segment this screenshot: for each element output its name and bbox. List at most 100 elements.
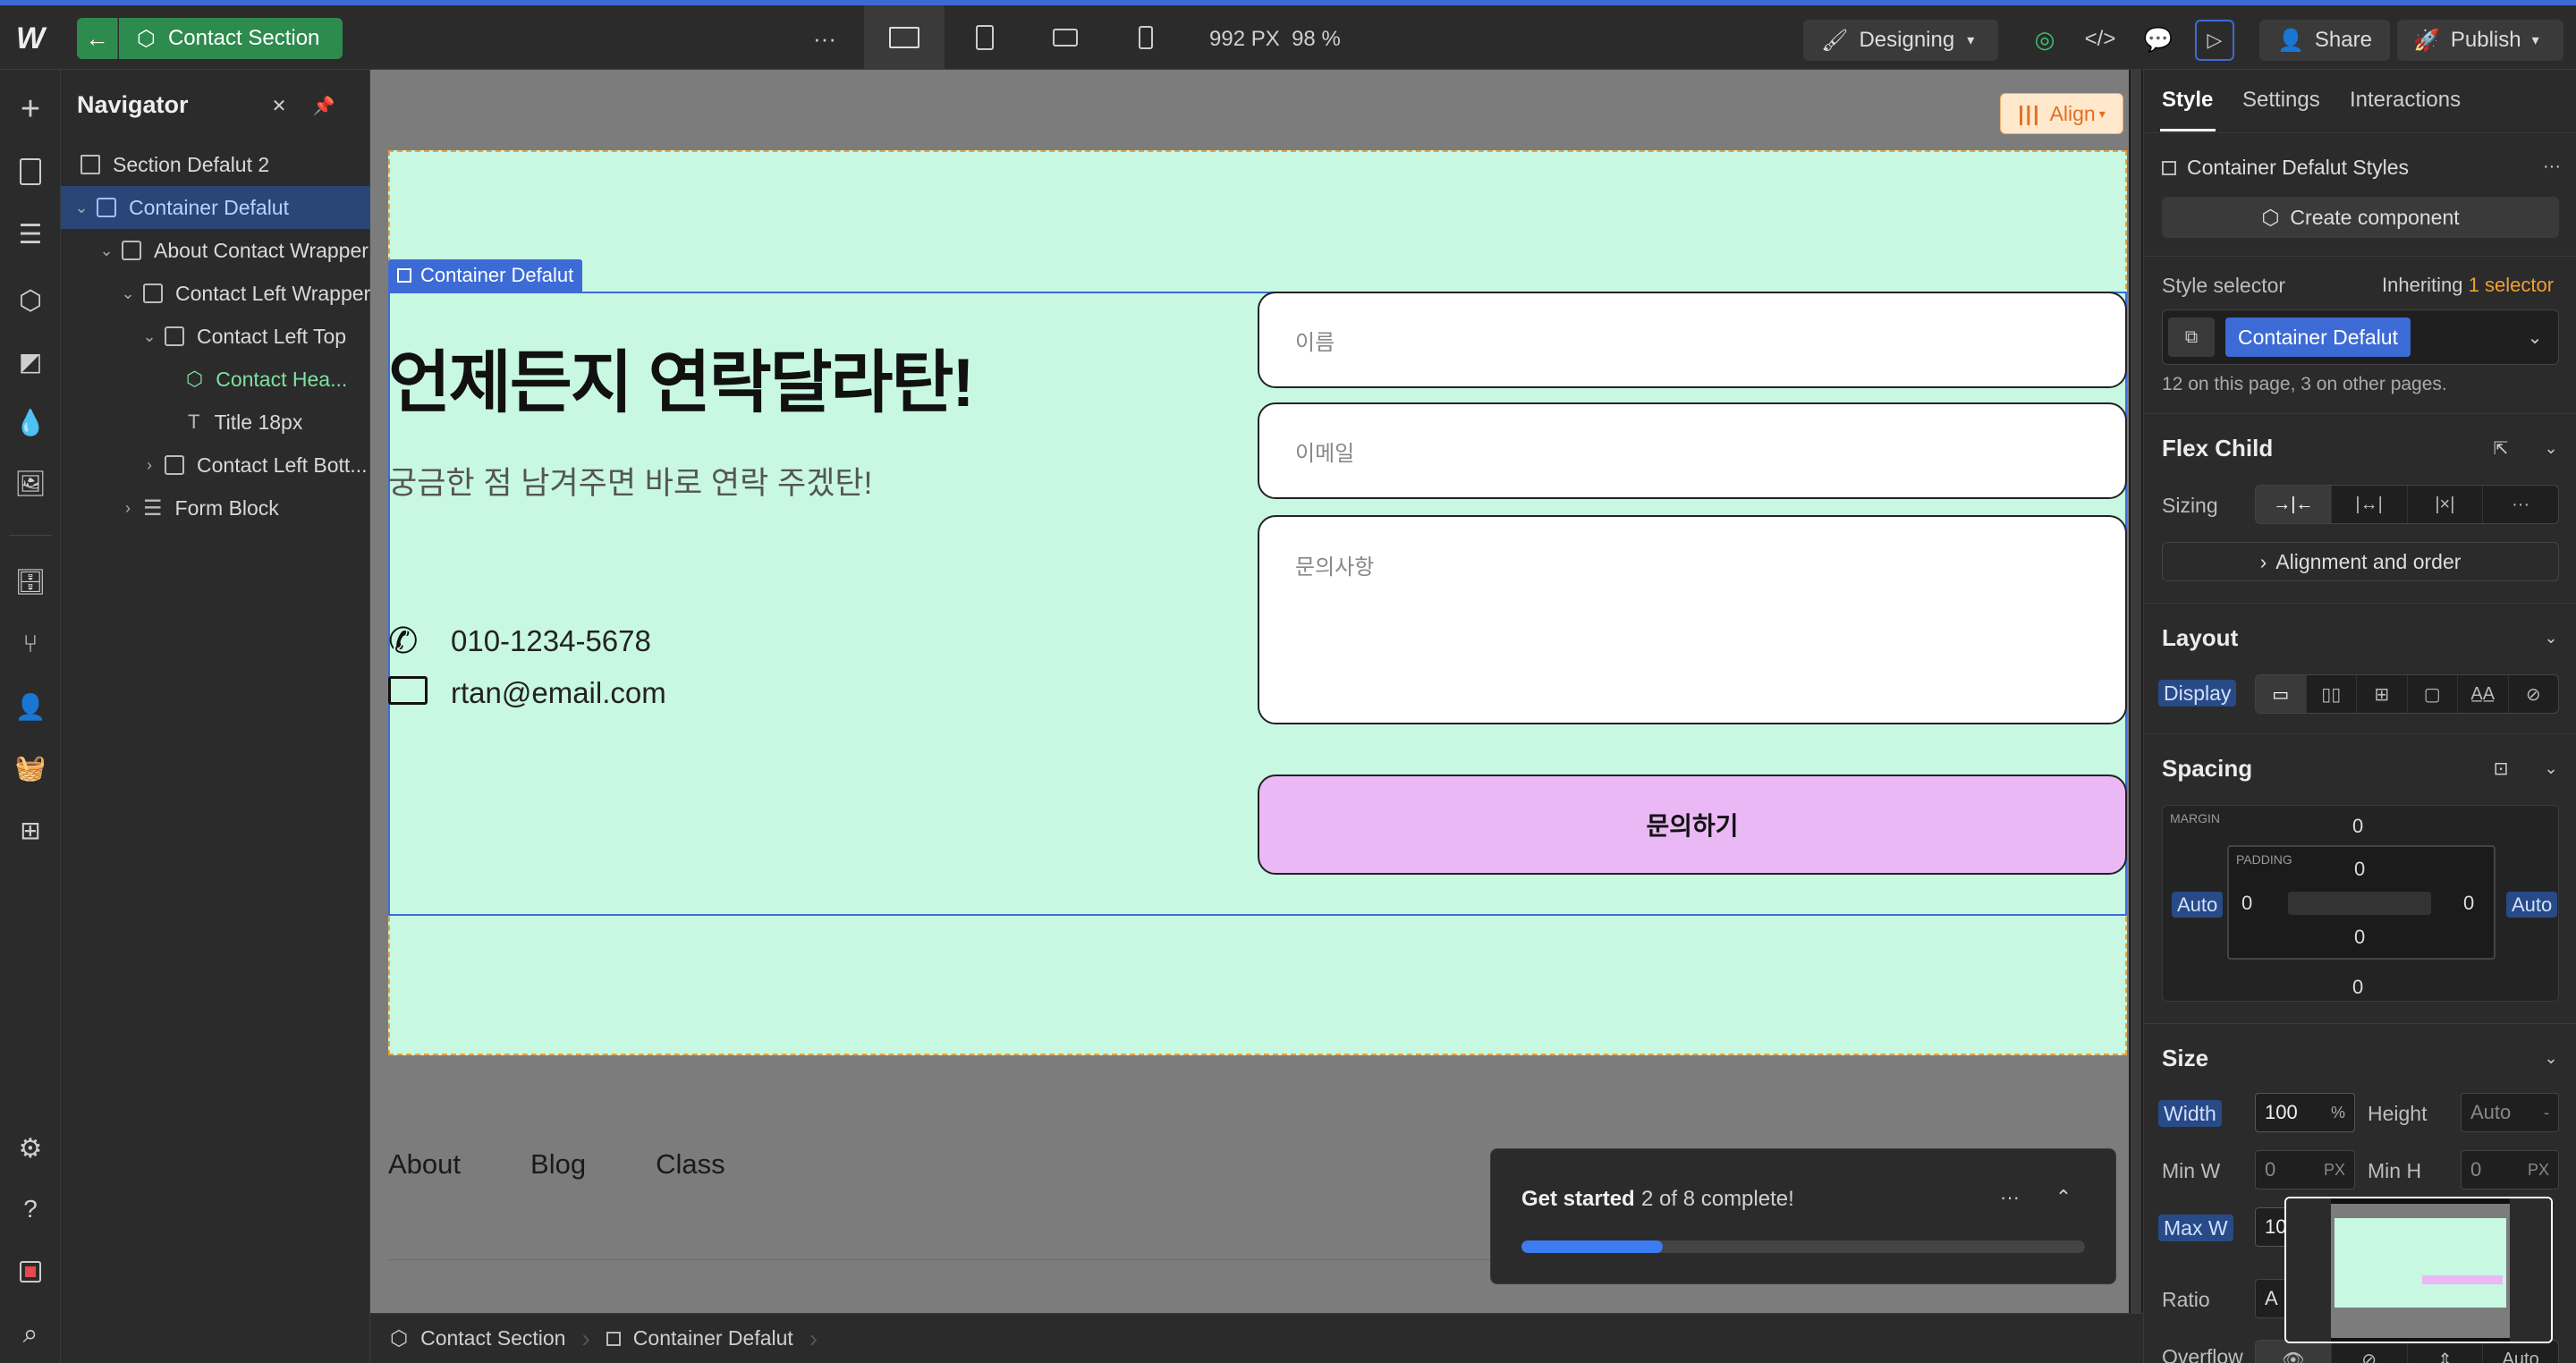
contact-heading[interactable]: 언제든지 연락달라탄! — [388, 327, 975, 426]
audit-check-icon[interactable]: ◎ — [2027, 21, 2063, 57]
logic-icon[interactable]: ⑂ — [9, 622, 52, 665]
size-title[interactable]: Size — [2162, 1045, 2208, 1072]
back-button[interactable]: ← — [77, 18, 118, 59]
padding-left-value[interactable]: 0 — [2241, 892, 2252, 915]
spacing-title[interactable]: Spacing — [2162, 755, 2252, 783]
display-none-button[interactable]: ⊘ — [2509, 675, 2559, 713]
margin-top-value[interactable]: 0 — [2352, 815, 2363, 838]
collapse-all-icon[interactable]: ✕ — [265, 91, 293, 120]
padding-bottom-value[interactable]: 0 — [2354, 926, 2365, 949]
publish-button[interactable]: 🚀 Publish ▾ — [2397, 20, 2563, 61]
sizing-more-button[interactable]: ··· — [2483, 486, 2558, 523]
more-options-icon[interactable]: ··· — [2538, 152, 2566, 181]
sizing-grow-button[interactable]: |↔| — [2332, 486, 2408, 523]
sizing-shrink-button[interactable]: →|← — [2256, 486, 2332, 523]
display-block-button[interactable]: ▭ — [2256, 675, 2307, 713]
sizing-none-button[interactable]: |×| — [2408, 486, 2484, 523]
email-input[interactable]: 이메일 — [1258, 402, 2127, 499]
navigator-icon[interactable]: ☰ — [9, 213, 52, 256]
align-button[interactable]: ||| Align ▾ — [2000, 93, 2123, 134]
nav-item-contact-left-bottom[interactable]: › Contact Left Bott... — [61, 444, 370, 487]
submit-button[interactable]: 문의하기 — [1258, 775, 2127, 875]
code-icon[interactable]: </> — [2080, 21, 2120, 57]
min-h-input[interactable]: 0 PX — [2461, 1150, 2559, 1189]
search-icon[interactable]: ⌕ — [9, 1313, 52, 1356]
display-flex-button[interactable]: ▯▯ — [2307, 675, 2357, 713]
comment-icon[interactable]: 💬 — [2140, 21, 2177, 57]
assets-icon[interactable]: 🖼 — [9, 461, 52, 504]
nav-item-contact-left-wrapper[interactable]: ⌄ Contact Left Wrapper — [61, 272, 370, 315]
footer-link-blog[interactable]: Blog — [530, 1148, 586, 1181]
padding-top-value[interactable]: 0 — [2354, 858, 2365, 881]
selection-tag[interactable]: Container Defalut — [388, 259, 583, 292]
preview-play-button[interactable]: ▷ — [2195, 20, 2234, 61]
footer-link-about[interactable]: About — [388, 1148, 461, 1181]
flex-child-settings-icon[interactable]: ⇱ — [2486, 433, 2516, 463]
breadcrumb-item-contact-section[interactable]: ⬡ Contact Section › — [370, 1325, 606, 1353]
selector-state-icon[interactable]: ⧉ — [2168, 317, 2215, 357]
tab-interactions[interactable]: Interactions — [2350, 88, 2461, 113]
components-icon[interactable]: ⬡ — [9, 279, 52, 322]
nav-item-contact-left-top[interactable]: ⌄ Contact Left Top — [61, 315, 370, 358]
breakpoint-tablet-button[interactable] — [945, 5, 1025, 70]
more-options-icon[interactable]: ··· — [1992, 1181, 2028, 1214]
footer-link-class[interactable]: Class — [656, 1148, 725, 1181]
flex-child-title[interactable]: Flex Child — [2162, 435, 2273, 462]
chevron-down-icon[interactable]: ⌄ — [2517, 319, 2553, 355]
selector-chip[interactable]: Container Defalut — [2225, 317, 2411, 357]
component-badge[interactable]: ⬡ Contact Section — [119, 18, 343, 59]
message-textarea[interactable]: 문의사항 — [1258, 515, 2127, 724]
height-input[interactable]: Auto - — [2461, 1093, 2559, 1132]
nav-item-about-contact-wrapper[interactable]: ⌄ About Contact Wrapper — [61, 229, 370, 272]
overflow-scroll-button[interactable]: ⇕ — [2408, 1341, 2484, 1363]
contact-subheading[interactable]: 궁금한 점 남겨주면 바로 연락 주겠탄! — [388, 458, 872, 504]
mode-dropdown[interactable]: 🖌 Designing ▾ — [1803, 20, 1998, 61]
margin-left-value[interactable]: Auto — [2172, 892, 2224, 918]
nav-item-section[interactable]: Section Defalut 2 — [61, 143, 370, 186]
pin-icon[interactable]: 📌 — [309, 91, 338, 120]
alignment-order-button[interactable]: › Alignment and order — [2162, 542, 2559, 581]
chevron-down-icon[interactable]: ⌄ — [2538, 1043, 2564, 1073]
nav-item-title-18px[interactable]: T Title 18px — [61, 401, 370, 444]
share-button[interactable]: 👤 Share — [2259, 20, 2390, 61]
margin-bottom-value[interactable]: 0 — [2352, 976, 2363, 999]
settings-gear-icon[interactable]: ⚙ — [9, 1127, 52, 1170]
ecommerce-icon[interactable]: 🧺 — [9, 746, 52, 789]
margin-right-value[interactable]: Auto — [2506, 892, 2558, 918]
nav-item-form-block[interactable]: › ☰ Form Block — [61, 487, 370, 529]
inheriting-note[interactable]: Inheriting 1 selector — [2382, 274, 2554, 297]
record-icon[interactable] — [9, 1250, 52, 1293]
variables-icon[interactable]: 💧 — [9, 401, 52, 444]
breakpoint-landscape-button[interactable] — [1025, 5, 1106, 70]
help-icon[interactable]: ? — [9, 1188, 52, 1231]
more-options-button[interactable]: ··· — [805, 18, 844, 59]
chevron-down-icon[interactable]: ⌄ — [2538, 433, 2564, 463]
tab-style[interactable]: Style — [2162, 88, 2213, 113]
webflow-logo[interactable]: W — [9, 18, 52, 59]
users-icon[interactable]: 👤 — [9, 685, 52, 728]
apps-icon[interactable]: ⊞ — [9, 808, 52, 851]
spacing-preset-icon[interactable]: ⊡ — [2486, 753, 2516, 783]
tab-settings[interactable]: Settings — [2242, 88, 2320, 113]
overflow-auto-button[interactable]: Auto — [2483, 1341, 2558, 1363]
breadcrumb-item-container[interactable]: Container Defalut › — [606, 1325, 834, 1353]
name-input[interactable]: 이름 — [1258, 292, 2127, 388]
chevron-down-icon[interactable]: ⌄ — [2538, 753, 2564, 783]
nav-item-container-selected[interactable]: ⌄ Container Defalut — [61, 186, 370, 229]
display-inline-block-button[interactable]: ▢ — [2408, 675, 2458, 713]
chevron-up-icon[interactable]: ⌃ — [2046, 1181, 2081, 1214]
breakpoint-desktop-button[interactable] — [864, 5, 945, 70]
pages-icon[interactable] — [9, 150, 52, 193]
add-panel-icon[interactable]: + — [9, 88, 52, 131]
padding-right-value[interactable]: 0 — [2463, 892, 2474, 915]
create-component-button[interactable]: ⬡ Create component — [2162, 197, 2559, 238]
overflow-hidden-button[interactable]: ⊘ — [2332, 1341, 2408, 1363]
min-w-input[interactable]: 0 PX — [2255, 1150, 2355, 1189]
cms-icon[interactable]: 🗄 — [9, 560, 52, 603]
style-selector-field[interactable]: ⧉ Container Defalut ⌄ — [2162, 309, 2559, 365]
style-manager-icon[interactable]: ◩ — [9, 340, 52, 383]
overflow-visible-button[interactable]: 👁 — [2256, 1341, 2332, 1363]
width-input[interactable]: 100 % — [2255, 1093, 2355, 1132]
display-inline-button[interactable]: A̲A̲ — [2458, 675, 2509, 713]
chevron-down-icon[interactable]: ⌄ — [2538, 622, 2564, 653]
